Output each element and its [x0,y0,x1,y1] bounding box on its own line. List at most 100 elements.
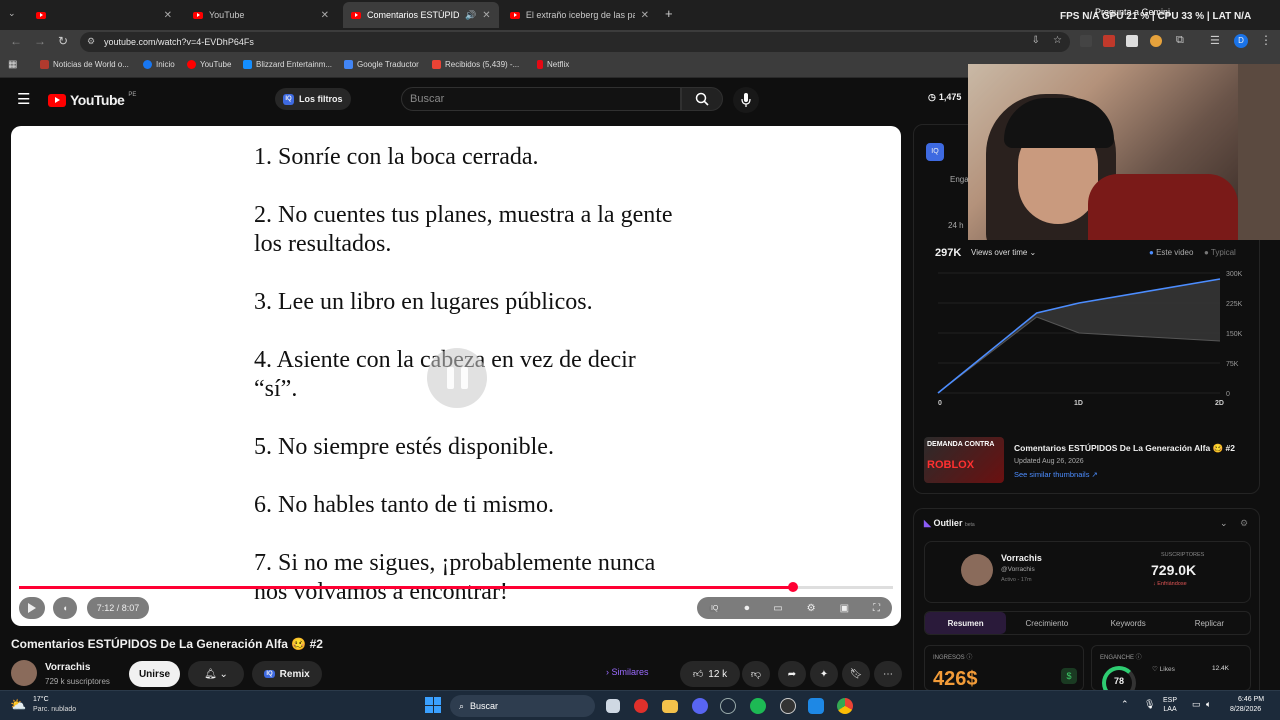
keyboard-language[interactable]: ESP LAA [1163,696,1177,714]
close-icon[interactable]: ✕ [164,10,172,21]
bookmark-item[interactable]: YouTube [187,60,231,69]
fullscreen-icon[interactable]: ⛶ [873,603,880,614]
bookmark-item[interactable]: Netflix [537,60,569,69]
settings-icon[interactable]: ⚙ [1240,518,1248,529]
subtitles-icon[interactable]: ▭ [773,603,782,614]
tab-2[interactable]: YouTube ✕ [185,4,335,26]
views-dropdown[interactable]: Views over time ⌄ [971,248,1036,257]
share-button[interactable]: ➦ [778,661,806,687]
obs-icon[interactable] [780,698,796,714]
extensions-puzzle-icon[interactable]: ⧉ [1176,34,1184,47]
iq-icon[interactable]: IQ [708,604,721,612]
file-explorer-icon[interactable] [662,700,678,713]
channel-avatar[interactable] [11,660,37,686]
similar-button[interactable]: › Similares [606,667,649,677]
tab-keywords[interactable]: Keywords [1088,612,1169,634]
extension-icon[interactable] [1080,35,1092,47]
youtube-icon [187,60,196,69]
opera-icon[interactable] [634,699,648,713]
clock-icon: ◷ [928,92,936,102]
apps-grid-icon[interactable]: ▦ [8,59,17,70]
steam-icon[interactable] [720,698,736,714]
more-button[interactable]: ⋯ [874,661,902,687]
tab-1[interactable]: ✕ [28,4,178,26]
dislike-button[interactable]: 👎︎ [742,661,770,687]
video-player[interactable]: 1. Sonríe con la boca cerrada. 2. No cue… [11,126,901,626]
bookmark-star-icon[interactable]: ☆ [1053,35,1062,46]
taskbar-search[interactable]: ⌕ Buscar [450,695,595,717]
tab-3-active[interactable]: Comentarios ESTÚPIDOS D 🔊 ✕ [343,2,499,28]
webcam-overlay [968,64,1280,240]
install-icon[interactable]: ⇩ [1032,35,1040,46]
progress-scrubber[interactable] [788,582,799,592]
clock-date[interactable]: 8/28/2026 [1230,706,1261,713]
close-icon[interactable]: ✕ [641,10,649,21]
chrome-icon[interactable] [837,698,853,714]
clock-time[interactable]: 6:46 PM [1238,696,1264,703]
tab-4[interactable]: El extraño iceberg de las parad ✕ [502,4,657,26]
site-info-icon[interactable]: ⚙ [87,36,95,47]
ask-button[interactable]: ✦ [810,661,838,687]
miniplayer-icon[interactable]: ▣ [840,603,849,614]
notifications-button[interactable]: 🔔︎ ⌄ [188,661,244,687]
channel-name[interactable]: Vorrachis [45,662,90,673]
tab-search-icon[interactable]: ⌄ [8,8,16,19]
views-total: 297K [935,247,962,259]
save-button[interactable]: 🔖︎ [842,661,870,687]
settings-icon[interactable]: ⚙ [807,603,816,614]
back-icon[interactable]: ← [10,34,22,48]
play-button[interactable] [19,597,45,619]
tab-replicar[interactable]: Replicar [1169,612,1250,634]
like-button[interactable]: 👍︎ 12 k [680,661,740,687]
collapse-icon[interactable]: ⌄ [1220,518,1228,529]
tab-title: El extraño iceberg de las parad [525,10,635,20]
join-button[interactable]: Unirse [129,661,180,687]
hamburger-menu-icon[interactable]: ☰ [17,90,30,108]
close-icon[interactable]: ✕ [482,10,490,21]
volume-icon[interactable]: 🔈︎ [1206,699,1211,710]
autoplay-toggle[interactable]: ⏺ [744,603,749,614]
tray-chevron-icon[interactable]: ⌃ [1121,699,1129,710]
discord-icon[interactable] [692,698,708,714]
close-icon[interactable]: ✕ [321,10,329,21]
remix-button[interactable]: IQ Remix [252,661,322,687]
see-similar-link[interactable]: See similar thumbnails ↗ [1014,470,1098,479]
voice-search-button[interactable] [733,87,759,113]
thumbnail-card[interactable]: DEMANDA CONTRA ROBLOX Comentarios ESTÚPI… [924,435,1254,487]
extension-icon[interactable] [1126,35,1138,47]
volume-button[interactable]: ◖ [53,597,77,619]
reload-icon[interactable]: ↻ [58,34,68,48]
webcam-shelf [1238,64,1280,240]
extension-icon[interactable] [1150,35,1162,47]
app-icon[interactable] [808,698,824,714]
youtube-logo[interactable]: YouTube PE [48,92,136,108]
bookmark-item[interactable]: Blizzard Entertainm... [243,60,332,69]
tab-resumen[interactable]: Resumen [925,612,1007,634]
forward-icon[interactable]: → [34,34,46,48]
tray-icon[interactable]: 🎙︎ [1144,699,1155,710]
profile-avatar[interactable]: D [1234,34,1248,48]
bookmark-item[interactable]: Noticias de World o... [40,60,129,69]
speaker-icon[interactable]: 🔊 [465,10,476,21]
tab-crecimiento[interactable]: Crecimiento [1006,612,1087,634]
extension-icon[interactable] [1103,35,1115,47]
weather-icon[interactable]: ⛅ [10,697,26,713]
reading-list-icon[interactable]: ☰ [1210,34,1220,47]
bookmark-item[interactable]: Google Traductor [344,60,419,69]
filters-button[interactable]: IQ Los filtros [275,88,351,110]
search-input[interactable]: Buscar [401,87,681,111]
bookmark-item[interactable]: Recibidos (5,439) -... [432,60,519,69]
progress-bar[interactable] [19,582,893,592]
subscribers-label: SUSCRIPTORES [1161,552,1205,558]
spotify-icon[interactable] [750,698,766,714]
iq-icon[interactable]: IQ [926,143,944,161]
bookmark-item[interactable]: Inicio [143,60,175,69]
new-tab-button[interactable]: + [665,6,673,21]
volume-icon: ◖ [62,603,68,613]
task-view-icon[interactable] [606,699,620,713]
chrome-menu-icon[interactable]: ⋮ [1260,33,1272,47]
url-field[interactable]: ⚙ youtube.com/watch?v=4-EVDhP64Fs ⇩ ☆ [80,32,1070,52]
search-button[interactable] [681,87,723,111]
network-icon[interactable]: ▭ [1192,699,1201,710]
start-button[interactable] [425,697,441,713]
